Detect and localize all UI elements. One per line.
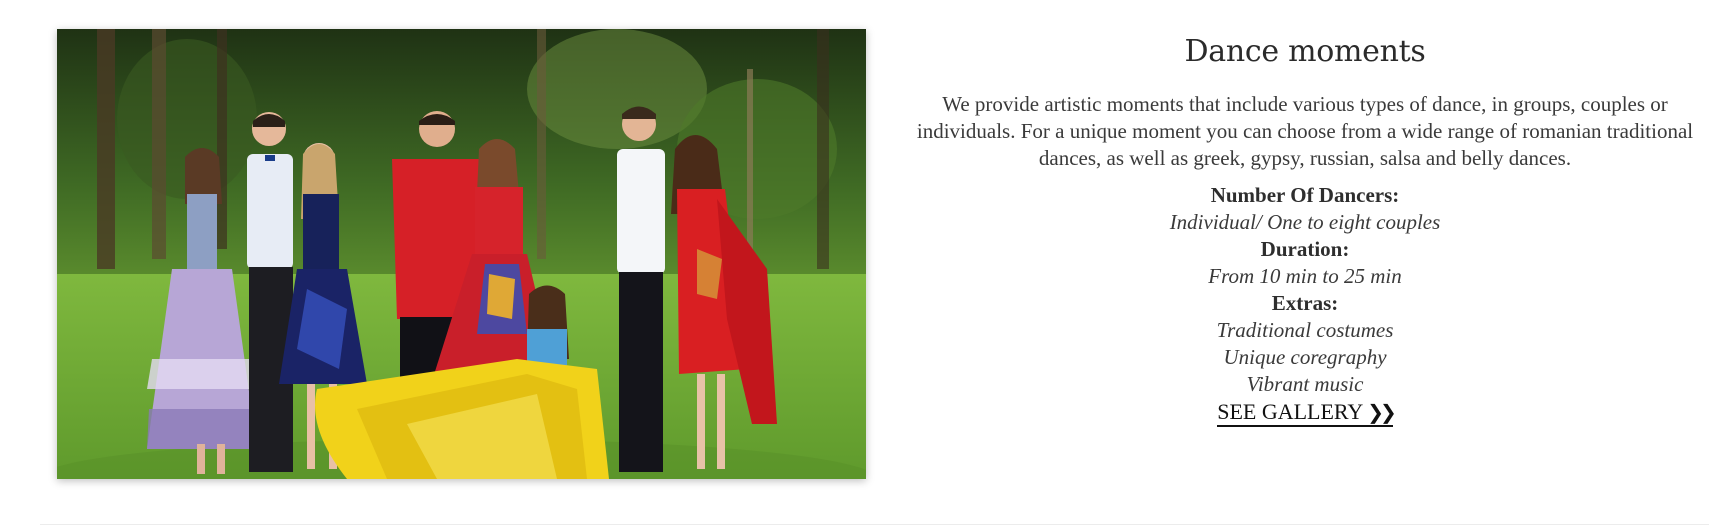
dancers-value: Individual/ One to eight couples bbox=[1169, 210, 1441, 234]
dancers-label: Number Of Dancers: bbox=[1210, 183, 1400, 207]
duration-value: From 10 min to 25 min bbox=[1208, 264, 1402, 288]
section-divider bbox=[40, 524, 1709, 525]
extras-label: Extras: bbox=[1271, 291, 1339, 315]
dance-info-panel: Dance moments We provide artistic moment… bbox=[915, 30, 1695, 427]
see-gallery-label: SEE GALLERY bbox=[1217, 399, 1364, 424]
section-title: Dance moments bbox=[1184, 34, 1426, 69]
dance-group-photo bbox=[57, 29, 866, 479]
see-gallery-link[interactable]: SEE GALLERY ❯❯ bbox=[1217, 399, 1397, 427]
extras-coregraphy: Unique coregraphy bbox=[1223, 345, 1387, 369]
extras-costumes: Traditional costumes bbox=[1216, 318, 1394, 342]
double-chevron-right-icon: ❯❯ bbox=[1367, 400, 1396, 424]
duration-label: Duration: bbox=[1260, 237, 1350, 261]
extras-music: Vibrant music bbox=[1246, 372, 1364, 396]
section-description: We provide artistic moments that include… bbox=[916, 92, 1694, 170]
